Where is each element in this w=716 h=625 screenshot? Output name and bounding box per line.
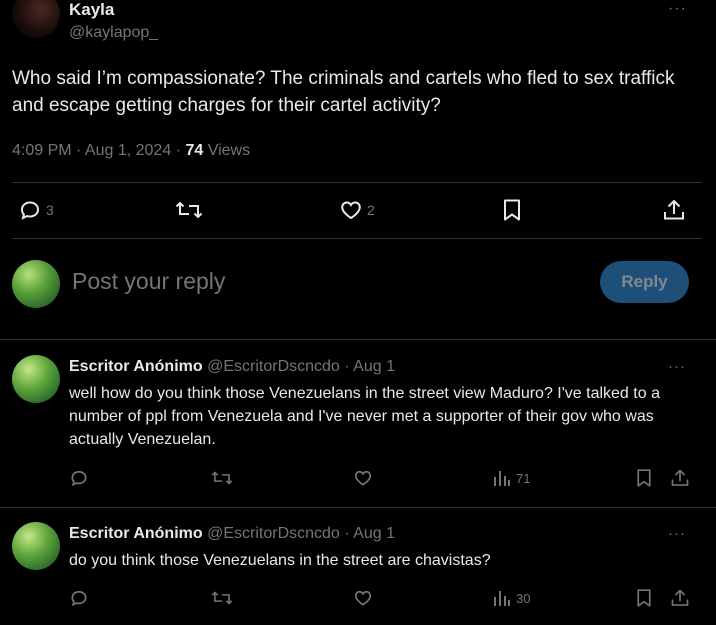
reply-button[interactable]: Reply [600, 261, 689, 303]
bookmark-icon [635, 588, 653, 608]
bookmark-action[interactable] [635, 468, 653, 488]
post-action-bar: 3 2 [12, 183, 702, 238]
like-action[interactable]: 2 [339, 198, 375, 222]
share-icon [662, 198, 686, 222]
reply-author-handle[interactable]: @EscritorDscncdo [207, 358, 340, 375]
reply-text: well how do you think those Venezuelans … [69, 385, 660, 448]
views-count: 71 [516, 470, 531, 486]
views-action[interactable]: 71 [493, 468, 530, 488]
views-count: 30 [516, 590, 531, 606]
more-options-icon[interactable]: ··· [668, 525, 686, 542]
post-text: Who said I’m compassionate? The criminal… [12, 68, 675, 116]
separator [0, 507, 716, 508]
repost-action[interactable] [211, 468, 233, 488]
share-icon [670, 588, 690, 608]
repost-action[interactable] [211, 588, 233, 608]
heart-icon [353, 468, 373, 488]
reply-author-name[interactable]: Escritor Anónimo [69, 358, 203, 375]
author-name[interactable]: Kayla [69, 0, 114, 20]
reply-action[interactable] [69, 468, 89, 488]
reply-action[interactable]: 3 [18, 198, 54, 222]
heart-icon [353, 588, 373, 608]
repost-icon [211, 468, 233, 488]
more-options-icon[interactable]: ··· [668, 0, 687, 18]
bookmark-icon [501, 198, 523, 222]
views-count: 74 [185, 142, 204, 159]
reply-icon [69, 588, 89, 608]
repost-action[interactable] [175, 198, 203, 222]
reply-author-name[interactable]: Escritor Anónimo [69, 525, 203, 542]
views-action[interactable]: 30 [493, 588, 530, 608]
reply-action-bar: 30 [69, 588, 694, 618]
heart-icon [339, 198, 363, 222]
separator [12, 238, 702, 239]
separator [0, 339, 716, 340]
share-action[interactable] [662, 198, 686, 222]
more-options-icon[interactable]: ··· [668, 358, 686, 375]
reply-input[interactable]: Post your reply [72, 268, 225, 295]
share-icon [670, 468, 690, 488]
repost-icon [211, 588, 233, 608]
like-action[interactable] [353, 468, 373, 488]
bookmark-action[interactable] [501, 198, 523, 222]
reply-action[interactable] [69, 588, 89, 608]
reply-header: Escritor Anónimo @EscritorDscncdo · Aug … [69, 525, 395, 543]
reply-author-handle[interactable]: @EscritorDscncdo [207, 525, 340, 542]
post-timestamp[interactable]: 4:09 PM · Aug 1, 2024 · [12, 142, 181, 159]
share-action[interactable] [670, 588, 690, 608]
post-meta: 4:09 PM · Aug 1, 2024 · 74 Views [12, 142, 250, 160]
author-handle[interactable]: @kaylapop_ [69, 24, 158, 42]
analytics-icon [493, 468, 511, 488]
bookmark-action[interactable] [635, 588, 653, 608]
bookmark-icon [635, 468, 653, 488]
author-avatar[interactable] [12, 0, 60, 38]
share-action[interactable] [670, 468, 690, 488]
reply-avatar[interactable] [12, 355, 60, 403]
reply-date[interactable]: · Aug 1 [344, 525, 395, 542]
analytics-icon [493, 588, 511, 608]
reply-count: 3 [46, 202, 54, 218]
reply-header: Escritor Anónimo @EscritorDscncdo · Aug … [69, 358, 395, 376]
repost-icon [175, 198, 203, 222]
reply-text: do you think those Venezuelans in the st… [69, 552, 491, 569]
reply-action-bar: 71 [69, 468, 694, 498]
like-count: 2 [367, 202, 375, 218]
reply-icon [18, 198, 42, 222]
reply-date[interactable]: · Aug 1 [344, 358, 395, 375]
my-avatar[interactable] [12, 260, 60, 308]
reply-icon [69, 468, 89, 488]
views-label: Views [207, 142, 251, 159]
reply-avatar[interactable] [12, 522, 60, 570]
like-action[interactable] [353, 588, 373, 608]
